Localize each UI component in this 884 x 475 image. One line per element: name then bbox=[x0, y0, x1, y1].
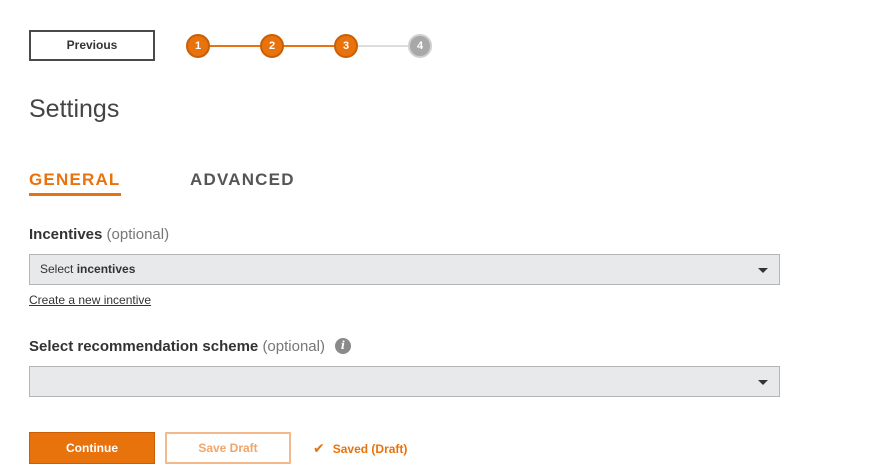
progress-stepper: 1 2 3 4 bbox=[186, 34, 434, 58]
checkmark-icon: ✔ bbox=[313, 440, 325, 456]
step-4: 4 bbox=[408, 34, 432, 58]
step-1[interactable]: 1 bbox=[186, 34, 210, 58]
step-2[interactable]: 2 bbox=[260, 34, 284, 58]
recommendation-label-text: Select recommendation scheme bbox=[29, 338, 259, 355]
info-icon[interactable]: i bbox=[335, 338, 351, 354]
create-incentive-link[interactable]: Create a new incentive bbox=[29, 293, 151, 307]
step-3[interactable]: 3 bbox=[334, 34, 358, 58]
incentives-select-prefix: Select bbox=[40, 262, 77, 276]
incentives-label-text: Incentives bbox=[29, 226, 103, 243]
tab-advanced[interactable]: ADVANCED bbox=[190, 170, 295, 190]
saved-status: ✔ Saved (Draft) bbox=[313, 440, 407, 457]
incentives-select[interactable]: Select incentives bbox=[29, 254, 780, 285]
continue-button[interactable]: Continue bbox=[29, 432, 155, 464]
incentives-label: Incentives (optional) bbox=[29, 226, 169, 243]
save-draft-button[interactable]: Save Draft bbox=[165, 432, 291, 464]
recommendation-optional-text: (optional) bbox=[262, 338, 325, 355]
chevron-down-icon bbox=[758, 380, 768, 385]
chevron-down-icon bbox=[758, 268, 768, 273]
previous-button[interactable]: Previous bbox=[29, 30, 155, 61]
recommendation-label: Select recommendation scheme (optional) bbox=[29, 338, 325, 355]
recommendation-scheme-select[interactable] bbox=[29, 366, 780, 397]
page-title: Settings bbox=[29, 95, 120, 123]
saved-status-text: Saved (Draft) bbox=[332, 442, 408, 456]
tab-general[interactable]: GENERAL bbox=[29, 170, 121, 196]
incentives-optional-text: (optional) bbox=[106, 226, 170, 243]
incentives-select-value: incentives bbox=[76, 262, 136, 276]
